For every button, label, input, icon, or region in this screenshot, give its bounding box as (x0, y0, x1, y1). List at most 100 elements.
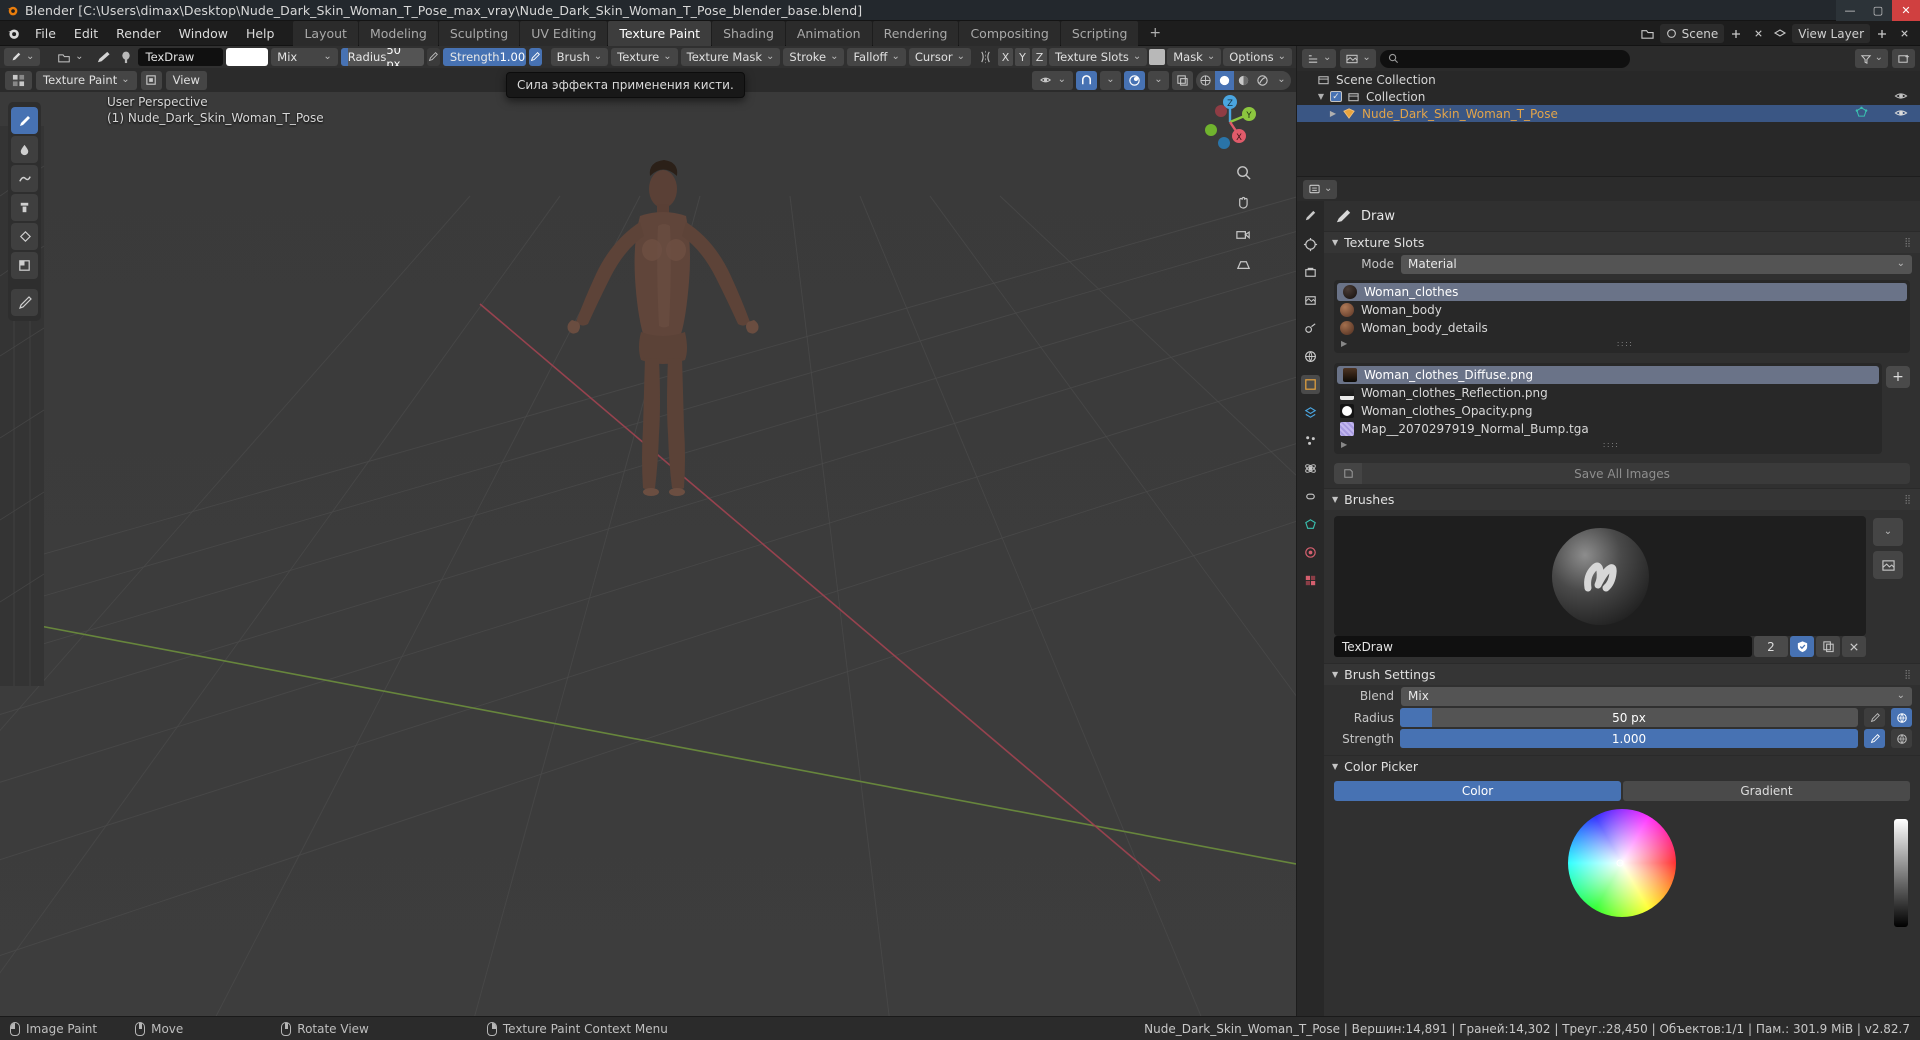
list-expand-triangle[interactable]: ▶ (1341, 440, 1347, 449)
scene-name-field[interactable]: Scene (1659, 24, 1725, 43)
panel-collapse-triangle[interactable]: ▼ (1332, 670, 1338, 679)
symmetry-x-button[interactable]: X (998, 48, 1014, 66)
save-all-images-button[interactable]: Save All Images (1334, 463, 1910, 484)
symmetry-z-button[interactable]: Z (1032, 48, 1048, 66)
brush-color-swatch[interactable] (226, 48, 269, 66)
brush-name-field[interactable]: TexDraw (137, 48, 224, 66)
workspace-tab-uv-editing[interactable]: UV Editing (520, 20, 608, 46)
add-texture-slot-button[interactable]: + (1886, 366, 1910, 388)
view-menu-button[interactable]: View (165, 70, 207, 90)
tool-draw[interactable] (11, 107, 38, 134)
brush-datablock-name[interactable]: TexDraw (1334, 636, 1752, 657)
brush-menu[interactable]: Brush (550, 48, 609, 66)
tab-object-data[interactable] (1301, 515, 1320, 534)
solid-shading-icon[interactable] (1215, 70, 1234, 90)
panel-collapse-triangle[interactable]: ▼ (1332, 495, 1338, 504)
workspace-tab-shading[interactable]: Shading (712, 20, 785, 46)
outliner-editor-type-icon[interactable] (1302, 49, 1337, 68)
fake-user-shield-icon[interactable] (1790, 636, 1814, 657)
minimize-button[interactable]: — (1836, 0, 1864, 21)
shading-dropdown-icon[interactable] (1272, 70, 1291, 90)
texture-mask-menu[interactable]: Texture Mask (680, 48, 781, 66)
workspace-tab-texture-paint[interactable]: Texture Paint (608, 20, 712, 46)
visibility-selectability-icon[interactable] (1031, 70, 1073, 90)
overlays-toggle-icon[interactable] (1172, 70, 1193, 90)
zoom-icon[interactable] (1232, 161, 1254, 183)
workspace-tab-animation[interactable]: Animation (785, 20, 872, 46)
workspace-tab-sculpting[interactable]: Sculpting (438, 20, 520, 46)
maximize-button[interactable]: ▢ (1864, 0, 1892, 21)
tool-annotate[interactable] (11, 289, 38, 316)
new-view-layer-icon[interactable] (1872, 24, 1892, 43)
texture-menu[interactable]: Texture (611, 48, 678, 66)
new-scene-icon[interactable] (1726, 24, 1746, 43)
outliner-row-collection[interactable]: ▼ ✓ Collection (1297, 88, 1920, 105)
outliner-row-scene-collection[interactable]: Scene Collection (1297, 71, 1920, 88)
tab-physics[interactable] (1301, 459, 1320, 478)
disclosure-triangle-collection[interactable]: ▼ (1315, 92, 1327, 101)
unlink-brush-icon[interactable] (1842, 636, 1866, 657)
tab-modifiers[interactable] (1301, 403, 1320, 422)
image-list-item[interactable]: Woman_clothes_Reflection.png (1334, 384, 1882, 402)
color-wheel-cursor[interactable] (1616, 859, 1624, 867)
stroke-menu[interactable]: Stroke (783, 48, 845, 66)
radius-pressure-icon[interactable] (426, 48, 440, 66)
editor-type-button[interactable] (5, 70, 32, 90)
workspace-tab-modeling[interactable]: Modeling (358, 20, 438, 46)
ortho-persp-toggle-icon[interactable] (1232, 254, 1254, 276)
disclosure-triangle-object[interactable]: ▶ (1327, 109, 1339, 118)
properties-editor-type-icon[interactable] (1303, 179, 1338, 199)
options-menu[interactable]: Options (1223, 48, 1292, 66)
mesh-data-icon[interactable] (1855, 106, 1868, 121)
outliner-filter-icon[interactable] (1854, 49, 1888, 68)
delete-scene-icon[interactable] (1748, 24, 1768, 43)
image-list-item[interactable]: Woman_clothes_Diffuse.png (1337, 366, 1879, 384)
proportional-edit-icon[interactable] (1124, 70, 1145, 90)
tab-particles[interactable] (1301, 431, 1320, 450)
tool-clone[interactable] (11, 194, 38, 221)
brush-preview-image-icon[interactable] (1873, 551, 1903, 579)
outliner-display-mode-icon[interactable] (1340, 49, 1376, 68)
list-resize-grip[interactable]: :::: (1617, 339, 1634, 348)
duplicate-brush-icon[interactable] (1816, 636, 1840, 657)
strength-pressure-icon[interactable] (1864, 729, 1885, 748)
radius-pressure-icon[interactable] (1864, 708, 1885, 727)
symmetry-y-button[interactable]: Y (1015, 48, 1031, 66)
add-workspace-button[interactable]: + (1139, 21, 1171, 45)
rendered-shading-icon[interactable] (1253, 70, 1272, 90)
brush-user-count[interactable]: 2 (1754, 636, 1788, 657)
strength-pressure-icon[interactable] (528, 48, 542, 66)
tab-output[interactable] (1301, 263, 1320, 282)
radius-unit-scene-icon[interactable] (1891, 708, 1912, 727)
tab-view-layer[interactable] (1301, 291, 1320, 310)
collection-visibility-eye-icon[interactable] (1894, 90, 1908, 104)
workspace-tab-scripting[interactable]: Scripting (1060, 20, 1139, 46)
3d-viewport[interactable]: Texture Paint View (0, 46, 1296, 1016)
strength-slider[interactable]: 1.000 (1400, 729, 1858, 748)
snap-magnet-icon[interactable] (1076, 70, 1097, 90)
texture-slots-menu[interactable]: Texture Slots (1049, 48, 1148, 66)
object-visibility-eye-icon[interactable] (1894, 107, 1908, 121)
menu-file[interactable]: File (26, 23, 65, 44)
snap-dropdown-icon[interactable] (1100, 70, 1121, 90)
tab-tool[interactable] (1301, 207, 1320, 226)
proportional-falloff-icon[interactable] (1148, 70, 1169, 90)
panel-collapse-triangle[interactable]: ▼ (1332, 238, 1338, 247)
panel-brushes[interactable]: ▼ Brushes ⣿ (1324, 488, 1920, 510)
material-slot-list[interactable]: Woman_clothes Woman_body Woman_body_deta… (1334, 280, 1910, 353)
scene-browse-icon[interactable] (1638, 24, 1658, 43)
close-button[interactable]: ✕ (1892, 0, 1920, 21)
tab-texture[interactable] (1301, 571, 1320, 590)
mode-select[interactable]: Material (1401, 254, 1912, 274)
material-preview-shading-icon[interactable] (1234, 70, 1253, 90)
shading-mode-group[interactable] (1196, 70, 1291, 90)
image-list-footer[interactable]: ▶:::: (1334, 438, 1882, 451)
image-list-item[interactable]: Woman_clothes_Opacity.png (1334, 402, 1882, 420)
symmetry-icon[interactable] (974, 50, 996, 64)
blend-select[interactable]: Mix (1401, 686, 1912, 706)
tool-fill[interactable] (11, 223, 38, 250)
pan-hand-icon[interactable] (1232, 192, 1254, 214)
radius-slider[interactable]: 50 px (1400, 708, 1858, 727)
workspace-tab-layout[interactable]: Layout (293, 20, 358, 46)
view-layer-field[interactable]: View Layer (1792, 24, 1870, 43)
